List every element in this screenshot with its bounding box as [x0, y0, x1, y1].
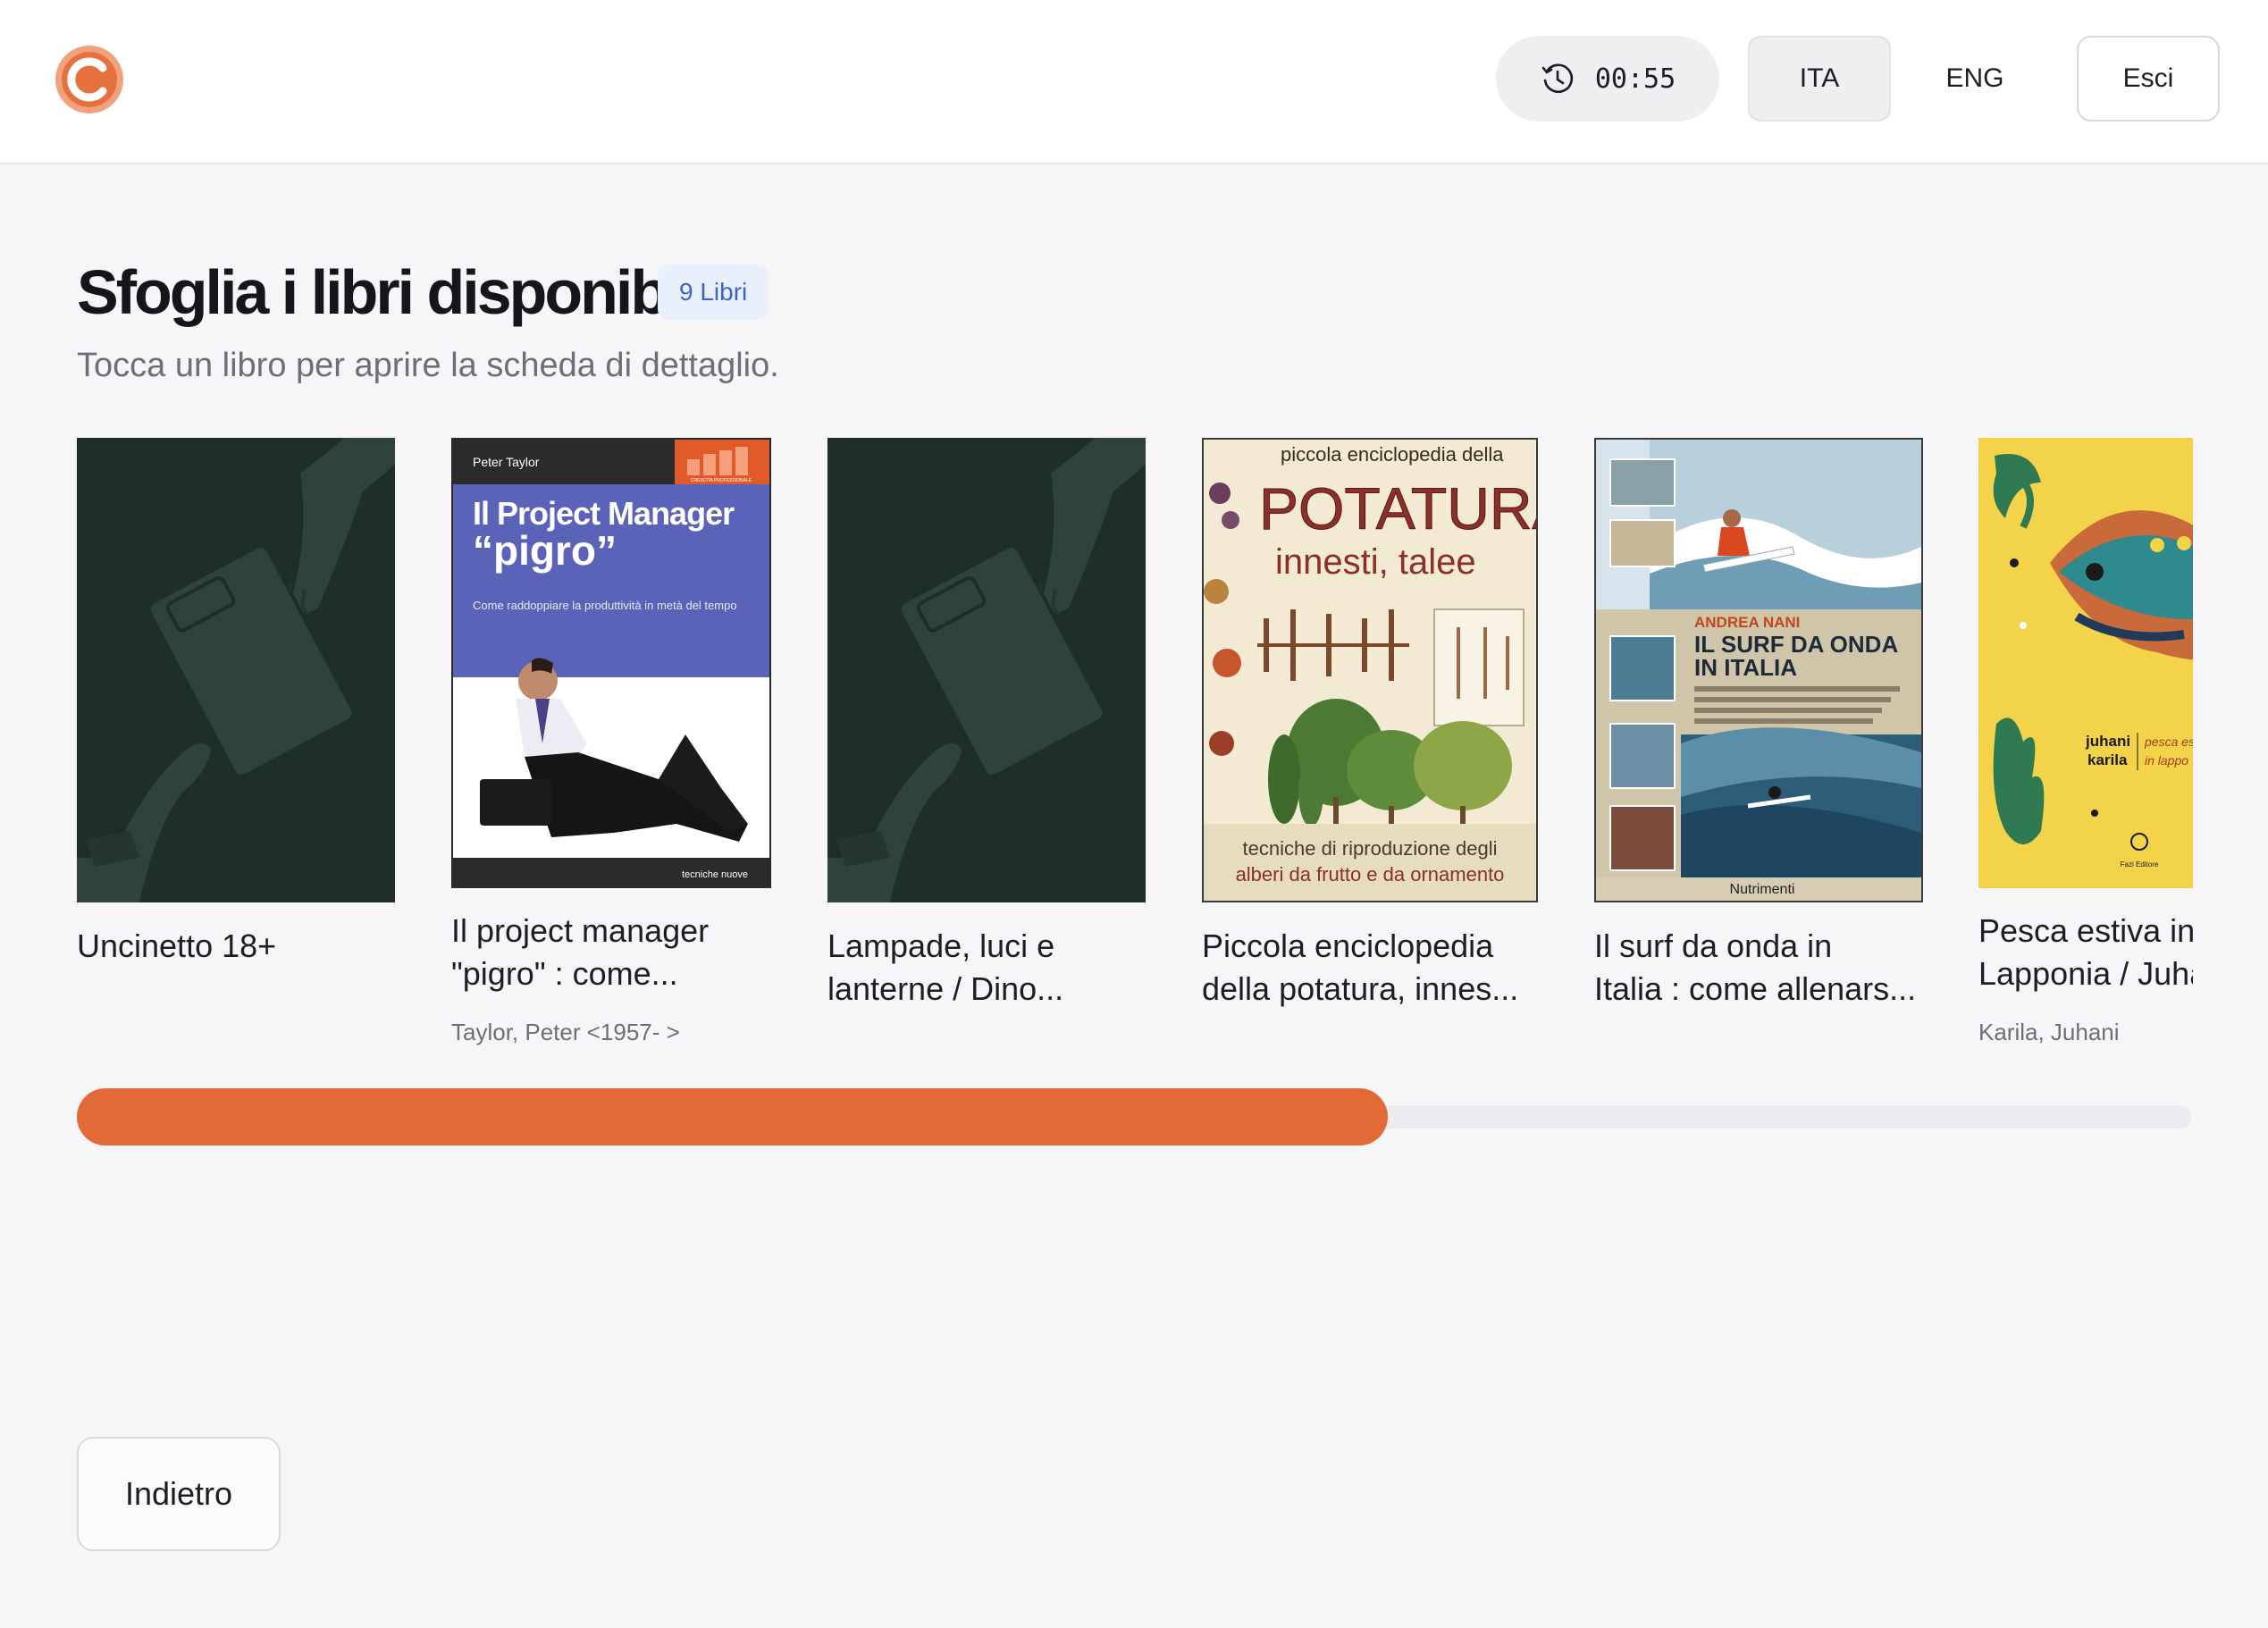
svg-text:IN ITALIA: IN ITALIA	[1694, 654, 1797, 681]
book-card[interactable]: Peter Taylor CRESCITA PROFESSIONALE Il P…	[451, 438, 771, 1063]
svg-text:alberi da frutto e da ornament: alberi da frutto e da ornamento	[1236, 863, 1505, 885]
book-card[interactable]: piccola enciclopedia della POTATURA inne…	[1202, 438, 1538, 1063]
clock-icon	[1541, 63, 1573, 94]
pesca-cover-image: juhani karila pesca es in lappo Fazi Edi…	[1978, 438, 2193, 888]
svg-text:tecniche di riproduzione degli: tecniche di riproduzione degli	[1243, 837, 1498, 860]
exit-button[interactable]: Esci	[2077, 36, 2220, 122]
session-timer: 00:55	[1496, 36, 1719, 122]
app-logo	[55, 46, 123, 113]
book-cover: juhani karila pesca es in lappo Fazi Edi…	[1978, 438, 2193, 888]
book-cover: Peter Taylor CRESCITA PROFESSIONALE Il P…	[451, 438, 771, 888]
top-bar: 00:55 ITA ENG Esci	[0, 0, 2268, 164]
book-title: Lampade, luci e lanterne / Dino...	[827, 927, 1064, 1007]
book-title: Uncinetto 18+	[77, 927, 277, 964]
svg-text:karila: karila	[2087, 751, 2128, 768]
svg-text:CRESCITA PROFESSIONALE: CRESCITA PROFESSIONALE	[691, 478, 752, 483]
svg-text:tecniche nuove: tecniche nuove	[682, 869, 748, 880]
book-cover	[77, 438, 395, 902]
svg-text:Peter Taylor: Peter Taylor	[473, 455, 540, 469]
timer-value: 00:55	[1594, 63, 1676, 95]
svg-text:ANDREA NANI: ANDREA NANI	[1694, 614, 1800, 631]
svg-text:Fazi Editore: Fazi Editore	[2121, 860, 2159, 869]
svg-text:juhani: juhani	[2085, 733, 2130, 750]
svg-text:Come raddoppiare la produttivi: Come raddoppiare la produttività in metà…	[473, 599, 737, 612]
placeholder-cover-image	[77, 438, 395, 902]
surf-cover-image: ANDREA NANI IL SURF DA ONDA IN ITALIA Nu…	[1596, 440, 1921, 901]
book-cover: ANDREA NANI IL SURF DA ONDA IN ITALIA Nu…	[1594, 438, 1923, 902]
book-author: Taylor, Peter <1957- >	[451, 1019, 680, 1045]
book-cover: piccola enciclopedia della POTATURA inne…	[1202, 438, 1538, 902]
book-title: Piccola enciclopedia della potatura, inne…	[1202, 927, 1519, 1007]
carousel-scroll-thumb[interactable]	[77, 1088, 1388, 1145]
book-title: Pesca estiva inLapponia / Juhani	[1978, 912, 2193, 992]
page-subtitle: Tocca un libro per aprire la scheda di d…	[77, 347, 779, 384]
placeholder-cover-image	[827, 438, 1146, 902]
book-card[interactable]: Uncinetto 18+	[77, 438, 395, 1063]
language-ita-button[interactable]: ITA	[1748, 36, 1891, 122]
svg-text:innesti, talee: innesti, talee	[1275, 542, 1476, 582]
book-carousel[interactable]: Uncinetto 18+ Peter Taylor CRESCITA PROF…	[77, 438, 2193, 1063]
svg-text:pesca es: pesca es	[2144, 734, 2193, 749]
svg-text:Il Project Manager: Il Project Manager	[473, 495, 735, 532]
svg-text:in lappo: in lappo	[2145, 753, 2188, 768]
book-author: Karila, Juhani	[1978, 1019, 2120, 1045]
book-card[interactable]: juhani karila pesca es in lappo Fazi Edi…	[1978, 438, 2193, 1063]
svg-text:“pigro”: “pigro”	[473, 527, 617, 574]
book-title: Il surf da onda in Italia : come allenars…	[1594, 927, 1917, 1007]
book-card[interactable]: Lampade, luci e lanterne / Dino...	[827, 438, 1146, 1063]
page-title: Sfoglia i libri disponibili	[77, 257, 712, 327]
book-card[interactable]: ANDREA NANI IL SURF DA ONDA IN ITALIA Nu…	[1594, 438, 1923, 1063]
svg-text:POTATURA: POTATURA	[1259, 475, 1536, 541]
project-manager-cover-image: Peter Taylor CRESCITA PROFESSIONALE Il P…	[453, 440, 769, 886]
potatura-cover-image: piccola enciclopedia della POTATURA inne…	[1204, 440, 1536, 901]
book-title: Il project manager "pigro" : come...	[451, 912, 710, 992]
svg-text:piccola enciclopedia della: piccola enciclopedia della	[1281, 443, 1504, 466]
book-count-badge: 9 Libri	[658, 264, 769, 320]
language-eng-button[interactable]: ENG	[1903, 36, 2046, 122]
back-button[interactable]: Indietro	[77, 1437, 281, 1551]
svg-text:Nutrimenti: Nutrimenti	[1730, 882, 1795, 897]
book-cover	[827, 438, 1146, 902]
